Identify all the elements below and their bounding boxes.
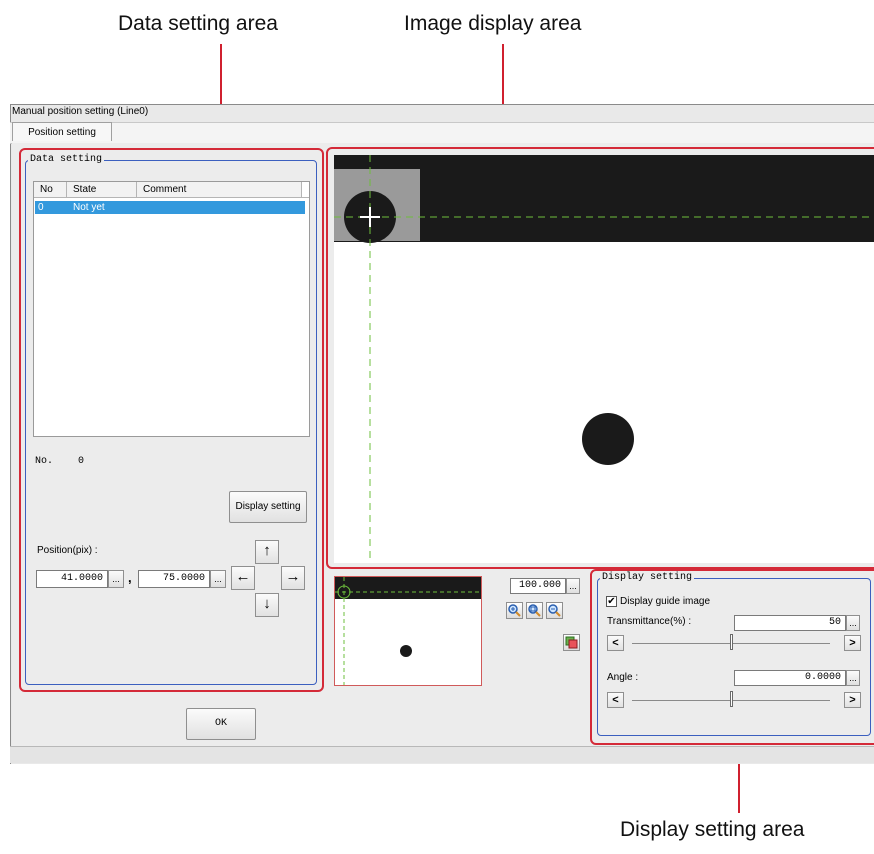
target-circle xyxy=(582,413,634,465)
status-bar xyxy=(10,746,874,763)
move-down-button[interactable]: ↓ xyxy=(255,593,279,617)
tab-strip xyxy=(10,122,874,144)
table-row[interactable]: 0 Not yet xyxy=(35,201,305,214)
zoom-value-field[interactable]: 100.000 xyxy=(510,578,566,594)
column-header-comment[interactable]: Comment xyxy=(137,182,302,197)
guide-image-label: Display guide image xyxy=(620,596,711,607)
zoom-out-icon xyxy=(548,604,561,617)
ok-button[interactable]: OK xyxy=(186,708,256,740)
arrow-left-icon: ← xyxy=(235,568,251,585)
row-no: 0 xyxy=(38,202,44,213)
move-up-button[interactable]: ↑ xyxy=(255,540,279,564)
tab-position-setting[interactable]: Position setting xyxy=(12,122,112,141)
position-y-dots-button[interactable]: ... xyxy=(210,570,226,588)
image-display[interactable] xyxy=(334,155,874,563)
image-switch-icon xyxy=(565,636,578,649)
image-canvas xyxy=(334,155,874,563)
transmittance-label: Transmittance(%) : xyxy=(607,616,692,627)
display-setting-group-title: Display setting xyxy=(600,572,695,583)
window-title: Manual position setting (Line0) xyxy=(12,106,149,117)
move-left-button[interactable]: ← xyxy=(231,566,255,590)
no-label: No. xyxy=(35,456,54,467)
transmittance-field[interactable]: 50 xyxy=(734,615,846,631)
zoom-dots-button[interactable]: ... xyxy=(566,578,580,594)
angle-label: Angle : xyxy=(607,672,639,683)
display-setting-area-callout: Display setting area xyxy=(620,818,805,841)
header-divider xyxy=(34,197,309,198)
angle-increase-button[interactable]: > xyxy=(844,692,861,708)
row-state: Not yet xyxy=(73,202,105,213)
arrow-right-icon: → xyxy=(285,568,301,585)
thumbnail-canvas xyxy=(335,577,481,685)
transmittance-slider-thumb[interactable] xyxy=(730,634,733,650)
transmittance-dots-button[interactable]: ... xyxy=(846,615,860,631)
position-separator: , xyxy=(128,570,132,585)
position-x-dots-button[interactable]: ... xyxy=(108,570,124,588)
zoom-in-icon xyxy=(508,604,521,617)
thumbnail-view[interactable] xyxy=(334,576,482,686)
data-list[interactable]: No State Comment 0 Not yet xyxy=(33,181,310,437)
angle-dots-button[interactable]: ... xyxy=(846,670,860,686)
image-display-area-callout: Image display area xyxy=(404,12,582,35)
zoom-fit-button[interactable] xyxy=(526,602,543,619)
angle-slider-thumb[interactable] xyxy=(730,691,733,707)
position-x-field[interactable]: 41.0000 xyxy=(36,570,108,588)
move-right-button[interactable]: → xyxy=(281,566,305,590)
image-switch-button[interactable] xyxy=(563,634,580,651)
data-setting-group-title: Data setting xyxy=(28,154,105,165)
no-value: 0 xyxy=(78,456,85,467)
column-header-state[interactable]: State xyxy=(67,182,137,197)
transmittance-decrease-button[interactable]: < xyxy=(607,635,624,651)
data-setting-area-callout: Data setting area xyxy=(118,12,278,35)
column-header-no[interactable]: No xyxy=(34,182,67,197)
transmittance-increase-button[interactable]: > xyxy=(844,635,861,651)
arrow-up-icon: ↑ xyxy=(263,542,271,559)
zoom-fit-icon xyxy=(528,604,541,617)
arrow-down-icon: ↓ xyxy=(263,595,271,612)
display-setting-button[interactable]: Display setting xyxy=(229,491,307,523)
position-y-field[interactable]: 75.0000 xyxy=(138,570,210,588)
guide-image-checkbox[interactable]: ✔ xyxy=(606,596,617,607)
zoom-out-button[interactable] xyxy=(546,602,563,619)
angle-decrease-button[interactable]: < xyxy=(607,692,624,708)
zoom-in-button[interactable] xyxy=(506,602,523,619)
angle-field[interactable]: 0.0000 xyxy=(734,670,846,686)
position-label: Position(pix) : xyxy=(37,545,98,556)
